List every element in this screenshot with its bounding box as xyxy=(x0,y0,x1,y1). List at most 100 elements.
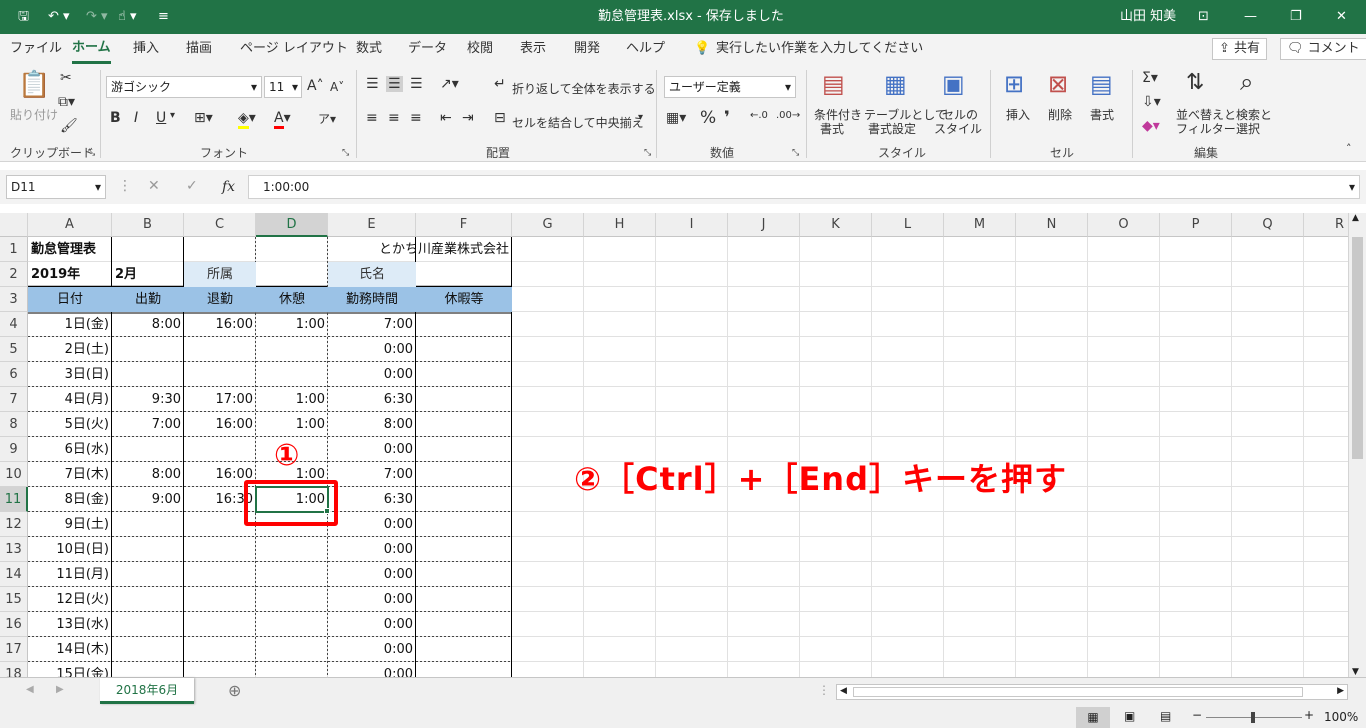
table-cell[interactable]: 16:00 xyxy=(184,312,256,337)
chevron-down-icon[interactable]: ▾ xyxy=(170,110,175,121)
align-left-icon[interactable]: ≡ xyxy=(366,110,378,126)
cell-styles-label2[interactable]: スタイル xyxy=(934,120,982,137)
column-header-l[interactable]: L xyxy=(872,213,944,237)
wrap-text-button[interactable]: 折り返して全体を表示する xyxy=(512,80,656,97)
tab-draw[interactable]: 描画 xyxy=(186,34,212,64)
increase-decimal-icon[interactable]: ←.0 xyxy=(750,110,768,121)
fill-icon[interactable]: ⇩▾ xyxy=(1142,94,1161,110)
insert-function-icon[interactable]: fx xyxy=(222,179,235,195)
column-header-c[interactable]: C xyxy=(184,213,256,237)
comma-style-icon[interactable]: ❜ xyxy=(724,108,730,128)
column-header-h[interactable]: H xyxy=(584,213,656,237)
column-header-i[interactable]: I xyxy=(656,213,728,237)
decrease-decimal-icon[interactable]: .00→ xyxy=(776,110,800,121)
table-header-cell[interactable]: 日付 xyxy=(28,287,112,312)
row-header-10[interactable]: 10 xyxy=(0,462,28,487)
table-cell[interactable]: 1:00 xyxy=(256,412,328,437)
row-header-3[interactable]: 3 xyxy=(0,287,28,312)
column-header-d[interactable]: D xyxy=(256,213,328,237)
tab-insert[interactable]: 挿入 xyxy=(133,34,159,64)
tab-help[interactable]: ヘルプ xyxy=(626,34,665,64)
scroll-up-icon[interactable]: ▲ xyxy=(1352,213,1359,223)
year-cell[interactable]: 2019年 xyxy=(28,262,112,287)
minimize-icon[interactable]: — xyxy=(1244,0,1257,34)
table-cell[interactable]: 7:00 xyxy=(328,312,416,337)
find-select-label2[interactable]: 選択 xyxy=(1236,120,1260,137)
align-middle-icon[interactable]: ☰ xyxy=(386,76,403,92)
column-header-f[interactable]: F xyxy=(416,213,512,237)
table-cell[interactable]: 8:00 xyxy=(112,462,184,487)
dialog-launcher-icon[interactable]: ⤡ xyxy=(644,148,651,158)
paste-button[interactable]: 貼り付け xyxy=(10,106,58,123)
sheet-tab[interactable]: 2018年6月 xyxy=(100,678,194,704)
table-cell[interactable]: 6:30 xyxy=(328,487,416,512)
horizontal-scrollbar[interactable]: ◀ ▶ xyxy=(836,684,1348,700)
save-icon[interactable]: 🖫 xyxy=(18,0,29,34)
table-header-cell[interactable]: 退勤 xyxy=(184,287,256,312)
table-cell[interactable]: 0:00 xyxy=(328,362,416,387)
conditional-format-label2[interactable]: 書式 xyxy=(820,120,844,137)
tab-page-layout[interactable]: ページ レイアウト xyxy=(240,34,348,64)
tell-me-search[interactable]: 実行したい作業を入力してください xyxy=(716,34,923,64)
column-header-k[interactable]: K xyxy=(800,213,872,237)
find-select-icon[interactable]: ⌕ xyxy=(1240,68,1253,96)
touch-mode-icon[interactable]: ☝ ▾ xyxy=(118,0,137,34)
table-cell[interactable]: 3日(日) xyxy=(28,362,112,387)
table-header-cell[interactable]: 休暇等 xyxy=(416,287,512,312)
comment-button[interactable]: 🗨 コメント xyxy=(1280,38,1366,60)
tab-review[interactable]: 校閲 xyxy=(467,34,493,64)
table-cell[interactable]: 6日(水) xyxy=(28,437,112,462)
name-box[interactable]: D11 ▾ xyxy=(6,175,106,199)
column-header-q[interactable]: Q xyxy=(1232,213,1304,237)
wrap-text-icon[interactable]: ↵ xyxy=(494,76,506,92)
table-cell[interactable]: 0:00 xyxy=(328,587,416,612)
column-header-n[interactable]: N xyxy=(1016,213,1088,237)
font-color-icon[interactable]: A▾ xyxy=(274,110,291,129)
table-cell[interactable]: 0:00 xyxy=(328,337,416,362)
horizontal-scroll-thumb[interactable] xyxy=(853,687,1303,697)
orientation-icon[interactable]: ↗▾ xyxy=(440,76,459,92)
month-cell[interactable]: 2月 xyxy=(112,262,184,287)
table-cell[interactable]: 7日(木) xyxy=(28,462,112,487)
table-cell[interactable]: 0:00 xyxy=(328,512,416,537)
format-cells-button[interactable]: 書式 xyxy=(1090,106,1114,123)
align-top-icon[interactable]: ☰ xyxy=(366,76,379,92)
tab-formulas[interactable]: 数式 xyxy=(356,34,382,64)
row-header-16[interactable]: 16 xyxy=(0,612,28,637)
clear-icon[interactable]: ◆▾ xyxy=(1142,118,1160,134)
scroll-left-icon[interactable]: ◀ xyxy=(840,686,847,696)
column-header-g[interactable]: G xyxy=(512,213,584,237)
table-cell[interactable]: 1:00 xyxy=(256,312,328,337)
prev-sheet-icon[interactable]: ◀ xyxy=(26,684,34,695)
table-cell[interactable]: 8:00 xyxy=(112,312,184,337)
fill-color-icon[interactable]: ◈▾ xyxy=(238,110,256,129)
sort-filter-icon[interactable]: ⇅ xyxy=(1186,70,1204,95)
cancel-icon[interactable]: ✕ xyxy=(148,178,160,194)
column-header-a[interactable]: A xyxy=(28,213,112,237)
row-header-15[interactable]: 15 xyxy=(0,587,28,612)
row-header-18[interactable]: 18 xyxy=(0,662,28,677)
share-button[interactable]: ⇪ 共有 xyxy=(1212,38,1268,60)
autosum-icon[interactable]: Σ▾ xyxy=(1142,70,1158,86)
page-break-view-icon[interactable]: ▤ xyxy=(1160,709,1171,723)
font-name-select[interactable]: 游ゴシック ▾ xyxy=(106,76,262,98)
phonetic-icon[interactable]: ア▾ xyxy=(318,110,336,127)
bold-button[interactable]: B xyxy=(110,110,121,126)
italic-button[interactable]: I xyxy=(134,110,138,126)
percent-icon[interactable]: % xyxy=(700,108,716,128)
table-cell[interactable]: 0:00 xyxy=(328,537,416,562)
table-cell[interactable]: 1:00 xyxy=(256,387,328,412)
table-cell[interactable]: 2日(土) xyxy=(28,337,112,362)
row-header-6[interactable]: 6 xyxy=(0,362,28,387)
customize-qat-icon[interactable]: ≡ xyxy=(158,0,169,34)
scroll-thumb[interactable] xyxy=(1352,237,1363,459)
copy-icon[interactable]: ⧉▾ xyxy=(58,94,75,110)
vertical-scrollbar[interactable]: ▲ ▼ xyxy=(1348,213,1366,677)
row-header-17[interactable]: 17 xyxy=(0,637,28,662)
merge-center-icon[interactable]: ⊟ xyxy=(494,110,506,126)
paste-icon[interactable]: 📋 xyxy=(18,70,50,100)
table-cell[interactable]: 0:00 xyxy=(328,562,416,587)
table-header-cell[interactable]: 勤務時間 xyxy=(328,287,416,312)
table-cell[interactable]: 12日(火) xyxy=(28,587,112,612)
column-header-j[interactable]: J xyxy=(728,213,800,237)
